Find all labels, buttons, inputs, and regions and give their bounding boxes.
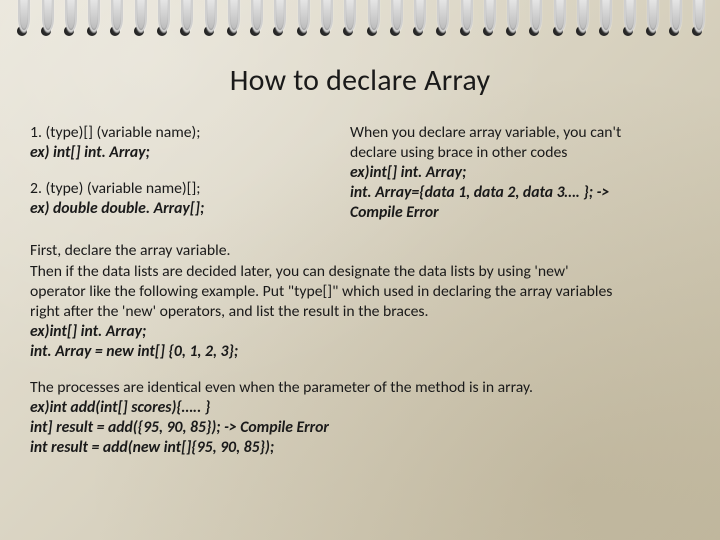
binding-ring [132, 0, 146, 38]
slide-title: How to declare Array [30, 62, 690, 99]
text-line: Then if the data lists are decided later… [30, 262, 690, 282]
binding-ring [178, 0, 192, 38]
code-example: int. Array={data 1, data 2, data 3…. }; … [350, 183, 690, 203]
binding-ring [388, 0, 402, 38]
binding-ring [318, 0, 332, 38]
binding-ring [155, 0, 169, 38]
paragraph-1: First, declare the array variable. Then … [30, 241, 690, 362]
two-column-block: 1. (type)[] (variable name); ex) int[] i… [30, 123, 690, 223]
binding-ring [108, 0, 122, 38]
page-content: How to declare Array 1. (type)[] (variab… [0, 44, 720, 540]
binding-ring [690, 0, 704, 38]
binding-ring [225, 0, 239, 38]
binding-ring [504, 0, 518, 38]
binding-ring [481, 0, 495, 38]
code-example: int. Array = new int[] {0, 1, 2, 3}; [30, 342, 690, 362]
binding-ring [597, 0, 611, 38]
left-column: 1. (type)[] (variable name); ex) int[] i… [30, 123, 310, 223]
binding-ring [85, 0, 99, 38]
text-line: operator like the following example. Put… [30, 282, 690, 302]
binding-ring [458, 0, 472, 38]
binding-ring [39, 0, 53, 38]
text-line: right after the 'new' operators, and lis… [30, 302, 690, 322]
binding-ring [248, 0, 262, 38]
text-line: 2. (type) (variable name)[]; [30, 179, 310, 199]
code-example: int result = add(new int[]{95, 90, 85}); [30, 438, 690, 458]
right-column: When you declare array variable, you can… [350, 123, 690, 223]
code-example: Compile Error [350, 203, 690, 223]
binding-ring [644, 0, 658, 38]
code-example: ex) int[] int. Array; [30, 143, 310, 163]
binding-ring [551, 0, 565, 38]
binding-ring [667, 0, 681, 38]
binding-ring [295, 0, 309, 38]
text-line: 1. (type)[] (variable name); [30, 123, 310, 143]
binding-ring [621, 0, 635, 38]
binding-ring [202, 0, 216, 38]
text-line: When you declare array variable, you can… [350, 123, 690, 143]
binding-ring [434, 0, 448, 38]
declaration-form-1: 1. (type)[] (variable name); ex) int[] i… [30, 123, 310, 163]
spiral-binding [0, 0, 720, 44]
binding-ring [527, 0, 541, 38]
text-line: The processes are identical even when th… [30, 378, 690, 398]
paragraph-2: The processes are identical even when th… [30, 378, 690, 458]
code-example: ex) double double. Array[]; [30, 199, 310, 219]
code-example: ex)int[] int. Array; [30, 322, 690, 342]
code-example: int] result = add({95, 90, 85}); -> Comp… [30, 418, 690, 438]
code-example: ex)int[] int. Array; [350, 163, 690, 183]
binding-ring [15, 0, 29, 38]
code-example: ex)int add(int[] scores){….. } [30, 398, 690, 418]
declaration-form-2: 2. (type) (variable name)[]; ex) double … [30, 179, 310, 219]
binding-ring [62, 0, 76, 38]
binding-ring [341, 0, 355, 38]
binding-ring [574, 0, 588, 38]
binding-ring [271, 0, 285, 38]
text-line: First, declare the array variable. [30, 241, 690, 261]
binding-ring [411, 0, 425, 38]
binding-ring [365, 0, 379, 38]
text-line: declare using brace in other codes [350, 143, 690, 163]
